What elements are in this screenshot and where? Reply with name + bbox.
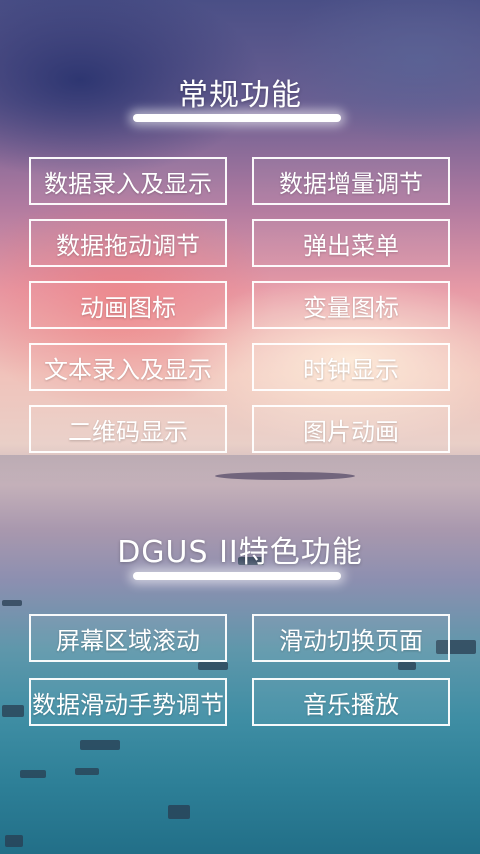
animation-icon-button[interactable]: 动画图标 bbox=[29, 281, 227, 329]
boat bbox=[80, 740, 120, 750]
data-drag-adjust-button[interactable]: 数据拖动调节 bbox=[29, 219, 227, 267]
title-underline bbox=[133, 572, 341, 580]
data-increment-adjust-button[interactable]: 数据增量调节 bbox=[252, 157, 450, 205]
music-play-button[interactable]: 音乐播放 bbox=[252, 678, 450, 726]
boat bbox=[75, 768, 99, 775]
distant-island bbox=[215, 472, 355, 480]
title-underline bbox=[133, 114, 341, 122]
boat bbox=[398, 662, 416, 670]
qr-code-display-button[interactable]: 二维码显示 bbox=[29, 405, 227, 453]
horizon-haze bbox=[0, 455, 480, 485]
regular-functions-title: 常规功能 bbox=[178, 78, 302, 113]
slide-switch-page-button[interactable]: 滑动切换页面 bbox=[252, 614, 450, 662]
clock-display-button[interactable]: 时钟显示 bbox=[252, 343, 450, 391]
popup-menu-button[interactable]: 弹出菜单 bbox=[252, 219, 450, 267]
data-slide-gesture-adjust-button[interactable]: 数据滑动手势调节 bbox=[29, 678, 227, 726]
variable-icon-button[interactable]: 变量图标 bbox=[252, 281, 450, 329]
boat bbox=[20, 770, 46, 778]
boat bbox=[2, 600, 22, 606]
boat bbox=[168, 805, 190, 819]
screen-area-scroll-button[interactable]: 屏幕区域滚动 bbox=[29, 614, 227, 662]
boat bbox=[2, 705, 24, 717]
data-entry-display-button[interactable]: 数据录入及显示 bbox=[29, 157, 227, 205]
text-entry-display-button[interactable]: 文本录入及显示 bbox=[29, 343, 227, 391]
boat bbox=[5, 835, 23, 847]
dgus-features-title: DGUS II特色功能 bbox=[117, 535, 363, 570]
boat bbox=[198, 662, 228, 670]
picture-animation-button[interactable]: 图片动画 bbox=[252, 405, 450, 453]
